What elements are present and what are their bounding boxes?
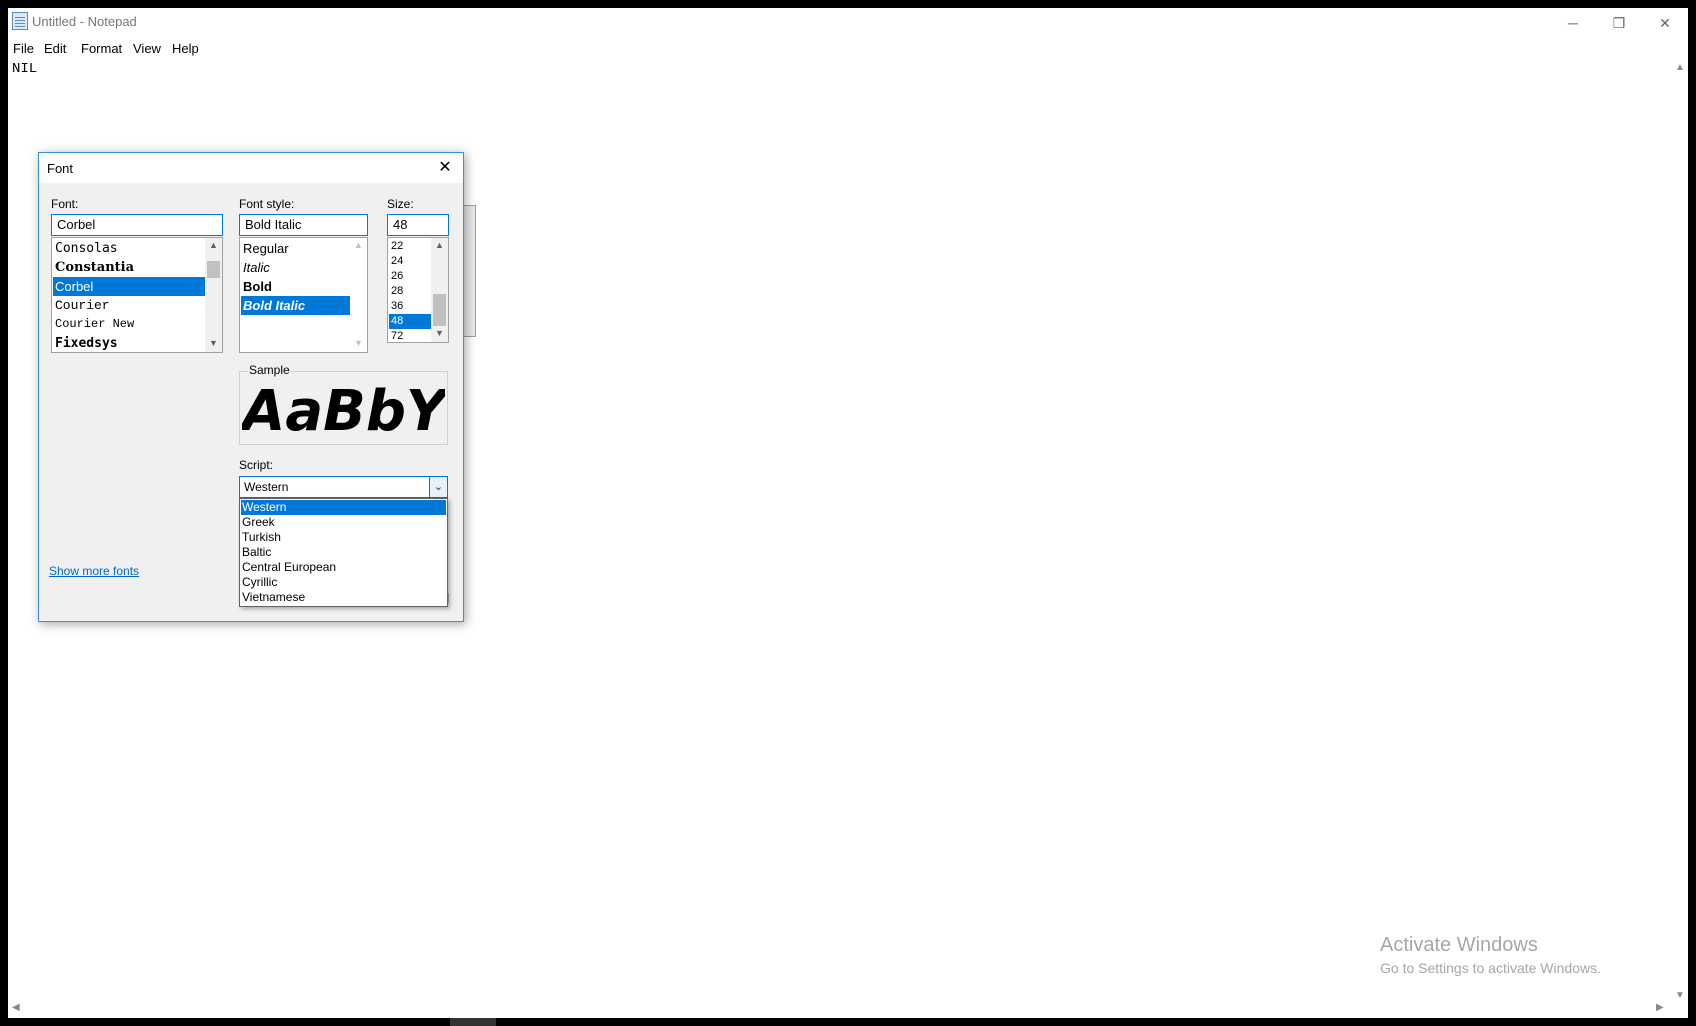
size-label: Size: bbox=[387, 197, 414, 211]
scroll-up-icon[interactable]: ▲ bbox=[431, 240, 448, 250]
scroll-left-icon[interactable]: ◀ bbox=[12, 1002, 20, 1013]
dialog-title-bar: Font ✕ bbox=[39, 153, 463, 183]
font-name-input[interactable]: Corbel bbox=[51, 214, 223, 236]
scroll-thumb[interactable] bbox=[207, 261, 220, 278]
list-item[interactable]: Constantia bbox=[53, 258, 205, 277]
menu-edit[interactable]: Edit bbox=[44, 41, 66, 56]
script-option-western[interactable]: Western bbox=[241, 500, 446, 515]
scroll-up-icon[interactable]: ▲ bbox=[350, 240, 367, 250]
window-title: Untitled - Notepad bbox=[32, 14, 137, 29]
script-option-turkish[interactable]: Turkish bbox=[241, 530, 446, 545]
sample-preview: AaBbYyZz bbox=[242, 382, 445, 442]
activate-windows-subtitle: Go to Settings to activate Windows. bbox=[1380, 960, 1601, 976]
font-dialog: Font ✕ Font: Corbel Consolas Constantia … bbox=[38, 152, 464, 622]
list-item[interactable]: 72 bbox=[389, 329, 431, 342]
taskbar-fragment bbox=[450, 1018, 496, 1026]
sample-label: Sample bbox=[248, 363, 291, 377]
script-option-vietnamese[interactable]: Vietnamese bbox=[241, 590, 446, 605]
horizontal-scrollbar[interactable]: ◀ ▶ bbox=[8, 1000, 1671, 1017]
menu-help[interactable]: Help bbox=[172, 41, 199, 56]
scroll-down-icon[interactable]: ▼ bbox=[431, 328, 448, 338]
list-item[interactable]: Consolas bbox=[53, 239, 205, 258]
close-window-button[interactable]: ✕ bbox=[1642, 8, 1688, 38]
list-item[interactable]: Corbel bbox=[53, 277, 205, 296]
script-dropdown-list[interactable]: Western Greek Turkish Baltic Central Eur… bbox=[239, 498, 448, 607]
dialog-title: Font bbox=[47, 161, 74, 176]
script-option-greek[interactable]: Greek bbox=[241, 515, 446, 530]
script-option-cyrillic[interactable]: Cyrillic bbox=[241, 575, 446, 590]
chevron-down-icon[interactable]: ⌄ bbox=[429, 477, 447, 497]
minimize-button[interactable]: ─ bbox=[1550, 8, 1596, 38]
dialog-shadow-edge bbox=[462, 205, 476, 337]
size-input[interactable]: 48 bbox=[387, 214, 449, 236]
scroll-thumb[interactable] bbox=[433, 294, 446, 326]
sample-text: AaBbYyZz bbox=[242, 382, 445, 442]
activate-windows-title: Activate Windows bbox=[1380, 934, 1538, 956]
menu-bar: File Edit Format View Help bbox=[8, 38, 1688, 60]
scroll-down-icon[interactable]: ▼ bbox=[350, 338, 367, 348]
script-label: Script: bbox=[239, 458, 274, 472]
menu-view[interactable]: View bbox=[133, 41, 161, 56]
scroll-down-icon[interactable]: ▼ bbox=[205, 338, 222, 348]
font-style-label: Font style: bbox=[239, 197, 295, 211]
list-item[interactable]: 48 bbox=[389, 314, 431, 329]
list-item[interactable]: 24 bbox=[389, 254, 431, 269]
sample-group: Sample AaBbYyZz bbox=[239, 363, 448, 445]
font-style-list[interactable]: Regular Italic Bold Bold Italic ▲ ▼ bbox=[239, 237, 368, 353]
list-item[interactable]: Bold Italic bbox=[241, 296, 350, 315]
scroll-up-icon[interactable]: ▲ bbox=[205, 240, 222, 250]
list-item[interactable]: Courier New bbox=[53, 315, 205, 334]
notepad-icon bbox=[12, 12, 28, 30]
title-bar: Untitled - Notepad ─ ❐ ✕ bbox=[8, 8, 1688, 38]
list-item[interactable]: 26 bbox=[389, 269, 431, 284]
scroll-right-icon[interactable]: ▶ bbox=[1656, 1002, 1664, 1013]
scroll-up-icon[interactable]: ▲ bbox=[1675, 62, 1685, 73]
list-item[interactable]: Fixedsys bbox=[53, 334, 205, 352]
list-item[interactable]: Bold bbox=[241, 277, 350, 296]
menu-format[interactable]: Format bbox=[81, 41, 122, 56]
list-item[interactable]: 36 bbox=[389, 299, 431, 314]
size-list-scrollbar[interactable]: ▲ ▼ bbox=[431, 238, 448, 342]
scroll-down-icon[interactable]: ▼ bbox=[1675, 990, 1685, 1001]
list-item[interactable]: 22 bbox=[389, 239, 431, 254]
editor-content: NIL bbox=[12, 61, 38, 77]
maximize-button[interactable]: ❐ bbox=[1596, 8, 1642, 38]
menu-file[interactable]: File bbox=[13, 41, 34, 56]
font-list[interactable]: Consolas Constantia Corbel Courier Couri… bbox=[51, 237, 223, 353]
close-icon[interactable]: ✕ bbox=[433, 157, 457, 179]
script-option-central-european[interactable]: Central European bbox=[241, 560, 446, 575]
font-list-scrollbar[interactable]: ▲ ▼ bbox=[205, 238, 222, 352]
script-combo[interactable]: Western ⌄ bbox=[239, 476, 448, 498]
script-option-baltic[interactable]: Baltic bbox=[241, 545, 446, 560]
vertical-scrollbar[interactable]: ▲ ▼ bbox=[1671, 60, 1688, 1008]
list-item[interactable]: Regular bbox=[241, 239, 350, 258]
list-item[interactable]: 28 bbox=[389, 284, 431, 299]
show-more-fonts-link[interactable]: Show more fonts bbox=[49, 564, 139, 578]
font-style-scrollbar[interactable]: ▲ ▼ bbox=[350, 238, 367, 352]
font-style-input[interactable]: Bold Italic bbox=[239, 214, 368, 236]
script-selected-value: Western bbox=[244, 480, 289, 494]
list-item[interactable]: Italic bbox=[241, 258, 350, 277]
font-label: Font: bbox=[51, 197, 79, 211]
size-list[interactable]: 22 24 26 28 36 48 72 ▲ ▼ bbox=[387, 237, 449, 343]
list-item[interactable]: Courier bbox=[53, 296, 205, 315]
